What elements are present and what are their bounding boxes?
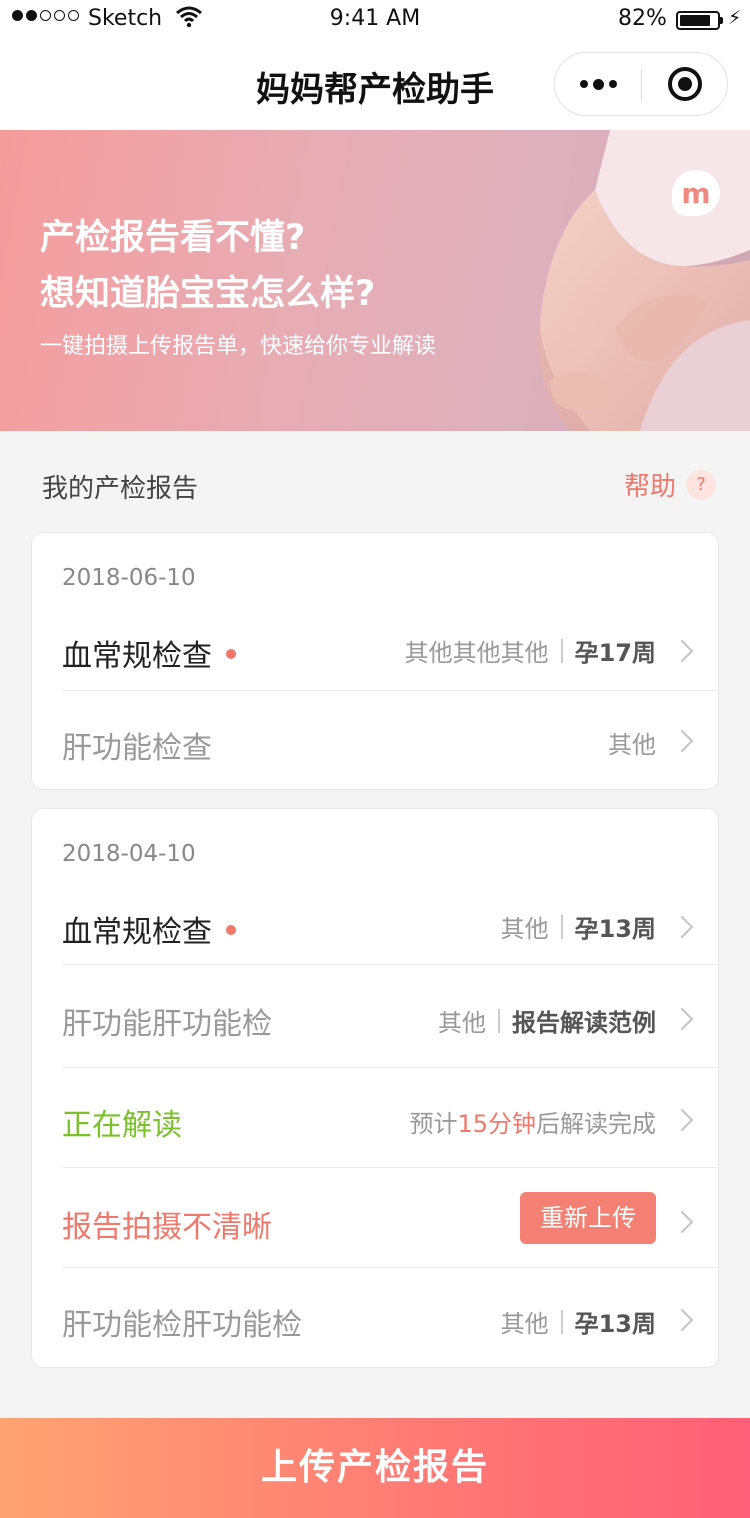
battery-icon — [676, 11, 723, 30]
banner-subtitle: 一键拍摄上传报告单，快速给你专业解读 — [40, 334, 437, 359]
question-mark-icon: ? — [686, 469, 717, 500]
meta-divider — [560, 914, 563, 939]
report-date: 2018-06-10 — [62, 565, 196, 591]
report-card: 2018-04-10 血常规检查 其他 孕13周 肝功能肝功能检 其他 报告解读… — [31, 808, 720, 1368]
upload-report-button[interactable]: 上传产检报告 — [0, 1418, 750, 1518]
report-name-text: 血常规检查 — [62, 915, 212, 950]
section-title: 我的产检报告 — [42, 474, 199, 504]
reading-status: 正在解读 — [62, 1108, 182, 1143]
report-row-unclear[interactable]: 报告拍摄不清晰 重新上传 — [62, 1168, 720, 1268]
report-tag: 其他 — [500, 1310, 549, 1338]
report-name: 肝功能肝功能检 — [62, 1007, 272, 1042]
interpretation-example-link[interactable]: 报告解读范例 — [512, 1003, 656, 1038]
chevron-right-icon — [670, 639, 694, 663]
chevron-right-icon — [670, 1308, 694, 1332]
chevron-right-icon — [670, 1007, 694, 1031]
status-bar: Sketch 9:41 AM 82% ⚡ — [0, 0, 750, 40]
report-tag: 其他 — [500, 915, 549, 943]
report-meta: 其他 报告解读范例 — [438, 1003, 656, 1038]
report-actions: 重新上传 — [520, 1192, 656, 1244]
unclear-photo-status: 报告拍摄不清晰 — [62, 1210, 272, 1245]
eta-prefix: 预计 — [409, 1110, 458, 1138]
brand-logo-icon: m — [672, 170, 720, 216]
pregnant-woman-illustration — [538, 130, 750, 431]
eta-suffix: 后解读完成 — [536, 1110, 656, 1138]
eta-value: 15分钟 — [457, 1110, 536, 1138]
banner-headline-line-2: 想知道胎宝宝怎么样? — [40, 274, 376, 314]
report-meta: 其他 孕13周 — [501, 1304, 656, 1339]
pregnancy-week: 孕13周 — [574, 915, 656, 943]
report-name-text: 血常规检查 — [62, 639, 212, 674]
report-row[interactable]: 血常规检查 其他 孕13周 — [62, 875, 720, 965]
chevron-right-icon — [670, 729, 694, 753]
battery-percent: 82% — [618, 6, 667, 31]
banner-headline: 产检报告看不懂? 想知道胎宝宝怎么样? — [40, 210, 375, 322]
report-meta: 其他 — [608, 725, 656, 760]
close-mini-program-icon[interactable] — [668, 67, 702, 101]
report-name: 肝功能检查 — [62, 731, 212, 766]
banner-headline-line-1: 产检报告看不懂? — [40, 218, 306, 258]
report-meta: 其他其他其他 孕17周 — [405, 633, 656, 668]
unread-dot — [226, 648, 236, 659]
mini-program-capsule — [554, 52, 728, 116]
help-button[interactable]: 帮助 ? — [624, 466, 717, 503]
nav-bar: 妈妈帮产检助手 — [0, 40, 750, 130]
report-meta: 其他 孕13周 — [501, 909, 656, 944]
report-row[interactable]: 肝功能检肝功能检 其他 孕13周 — [62, 1268, 720, 1368]
report-row[interactable]: 血常规检查 其他其他其他 孕17周 — [62, 601, 720, 691]
meta-divider — [498, 1008, 500, 1033]
charging-bolt-icon: ⚡ — [728, 7, 742, 29]
report-name: 肝功能检肝功能检 — [62, 1308, 302, 1343]
meta-divider — [560, 1309, 563, 1334]
report-tag: 其他 — [608, 731, 656, 759]
report-date: 2018-04-10 — [62, 841, 196, 867]
report-row[interactable]: 肝功能肝功能检 其他 报告解读范例 — [62, 965, 720, 1068]
report-card: 2018-06-10 血常规检查 其他其他其他 孕17周 肝功能检查 其他 — [31, 532, 720, 790]
report-row-reading[interactable]: 正在解读 预计 15分钟 后解读完成 — [62, 1068, 720, 1168]
help-label: 帮助 — [624, 472, 677, 502]
pregnancy-week: 孕17周 — [574, 639, 656, 667]
chevron-right-icon — [670, 1108, 694, 1132]
report-tag: 其他 — [438, 1009, 486, 1037]
chevron-right-icon — [670, 915, 694, 939]
hero-banner[interactable]: 产检报告看不懂? 想知道胎宝宝怎么样? 一键拍摄上传报告单，快速给你专业解读 m — [0, 130, 750, 431]
pregnancy-week: 孕13周 — [574, 1310, 656, 1338]
more-options-icon[interactable] — [555, 53, 641, 115]
capsule-divider — [641, 69, 642, 101]
meta-divider — [560, 638, 563, 663]
report-tag: 其他其他其他 — [404, 639, 549, 667]
unread-dot — [226, 924, 236, 935]
report-row[interactable]: 肝功能检查 其他 — [62, 691, 720, 789]
chevron-right-icon — [670, 1210, 694, 1234]
report-name: 血常规检查 — [62, 631, 236, 675]
reupload-button[interactable]: 重新上传 — [520, 1192, 656, 1244]
reading-eta: 预计 15分钟 后解读完成 — [409, 1104, 656, 1139]
report-name: 血常规检查 — [62, 907, 236, 951]
